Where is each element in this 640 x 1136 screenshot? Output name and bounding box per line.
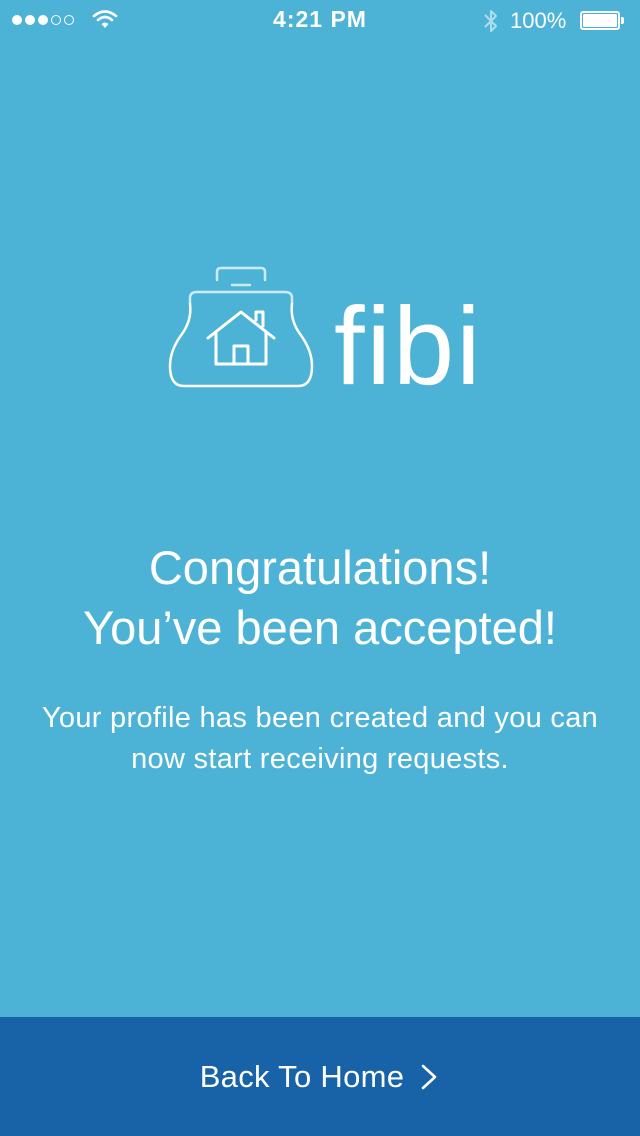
profile-created-message: Your profile has been created and you ca…	[41, 702, 599, 775]
logo-wordmark: fibi	[334, 285, 480, 392]
battery-level-fill	[583, 14, 617, 27]
back-to-home-label: Back To Home	[199, 1058, 405, 1094]
fibi-logo: fibi	[160, 262, 481, 408]
back-to-home-button[interactable]: Back To Home	[0, 1017, 640, 1136]
heading-line-2: You’ve been accepted!	[83, 601, 557, 654]
bluetooth-icon	[484, 10, 497, 32]
house-bag-icon	[168, 266, 314, 388]
status-bar: 4:21 PM 100%	[0, 0, 640, 40]
battery-icon	[580, 11, 624, 30]
chevron-right-icon	[422, 1064, 437, 1089]
battery-percentage: 100%	[510, 8, 567, 33]
heading-line-1: Congratulations!	[148, 541, 492, 594]
screen: 4:21 PM 100% fibi Congratulations! You’v…	[0, 0, 640, 1136]
congratulations-heading: Congratulations! You’ve been accepted!	[20, 538, 620, 658]
